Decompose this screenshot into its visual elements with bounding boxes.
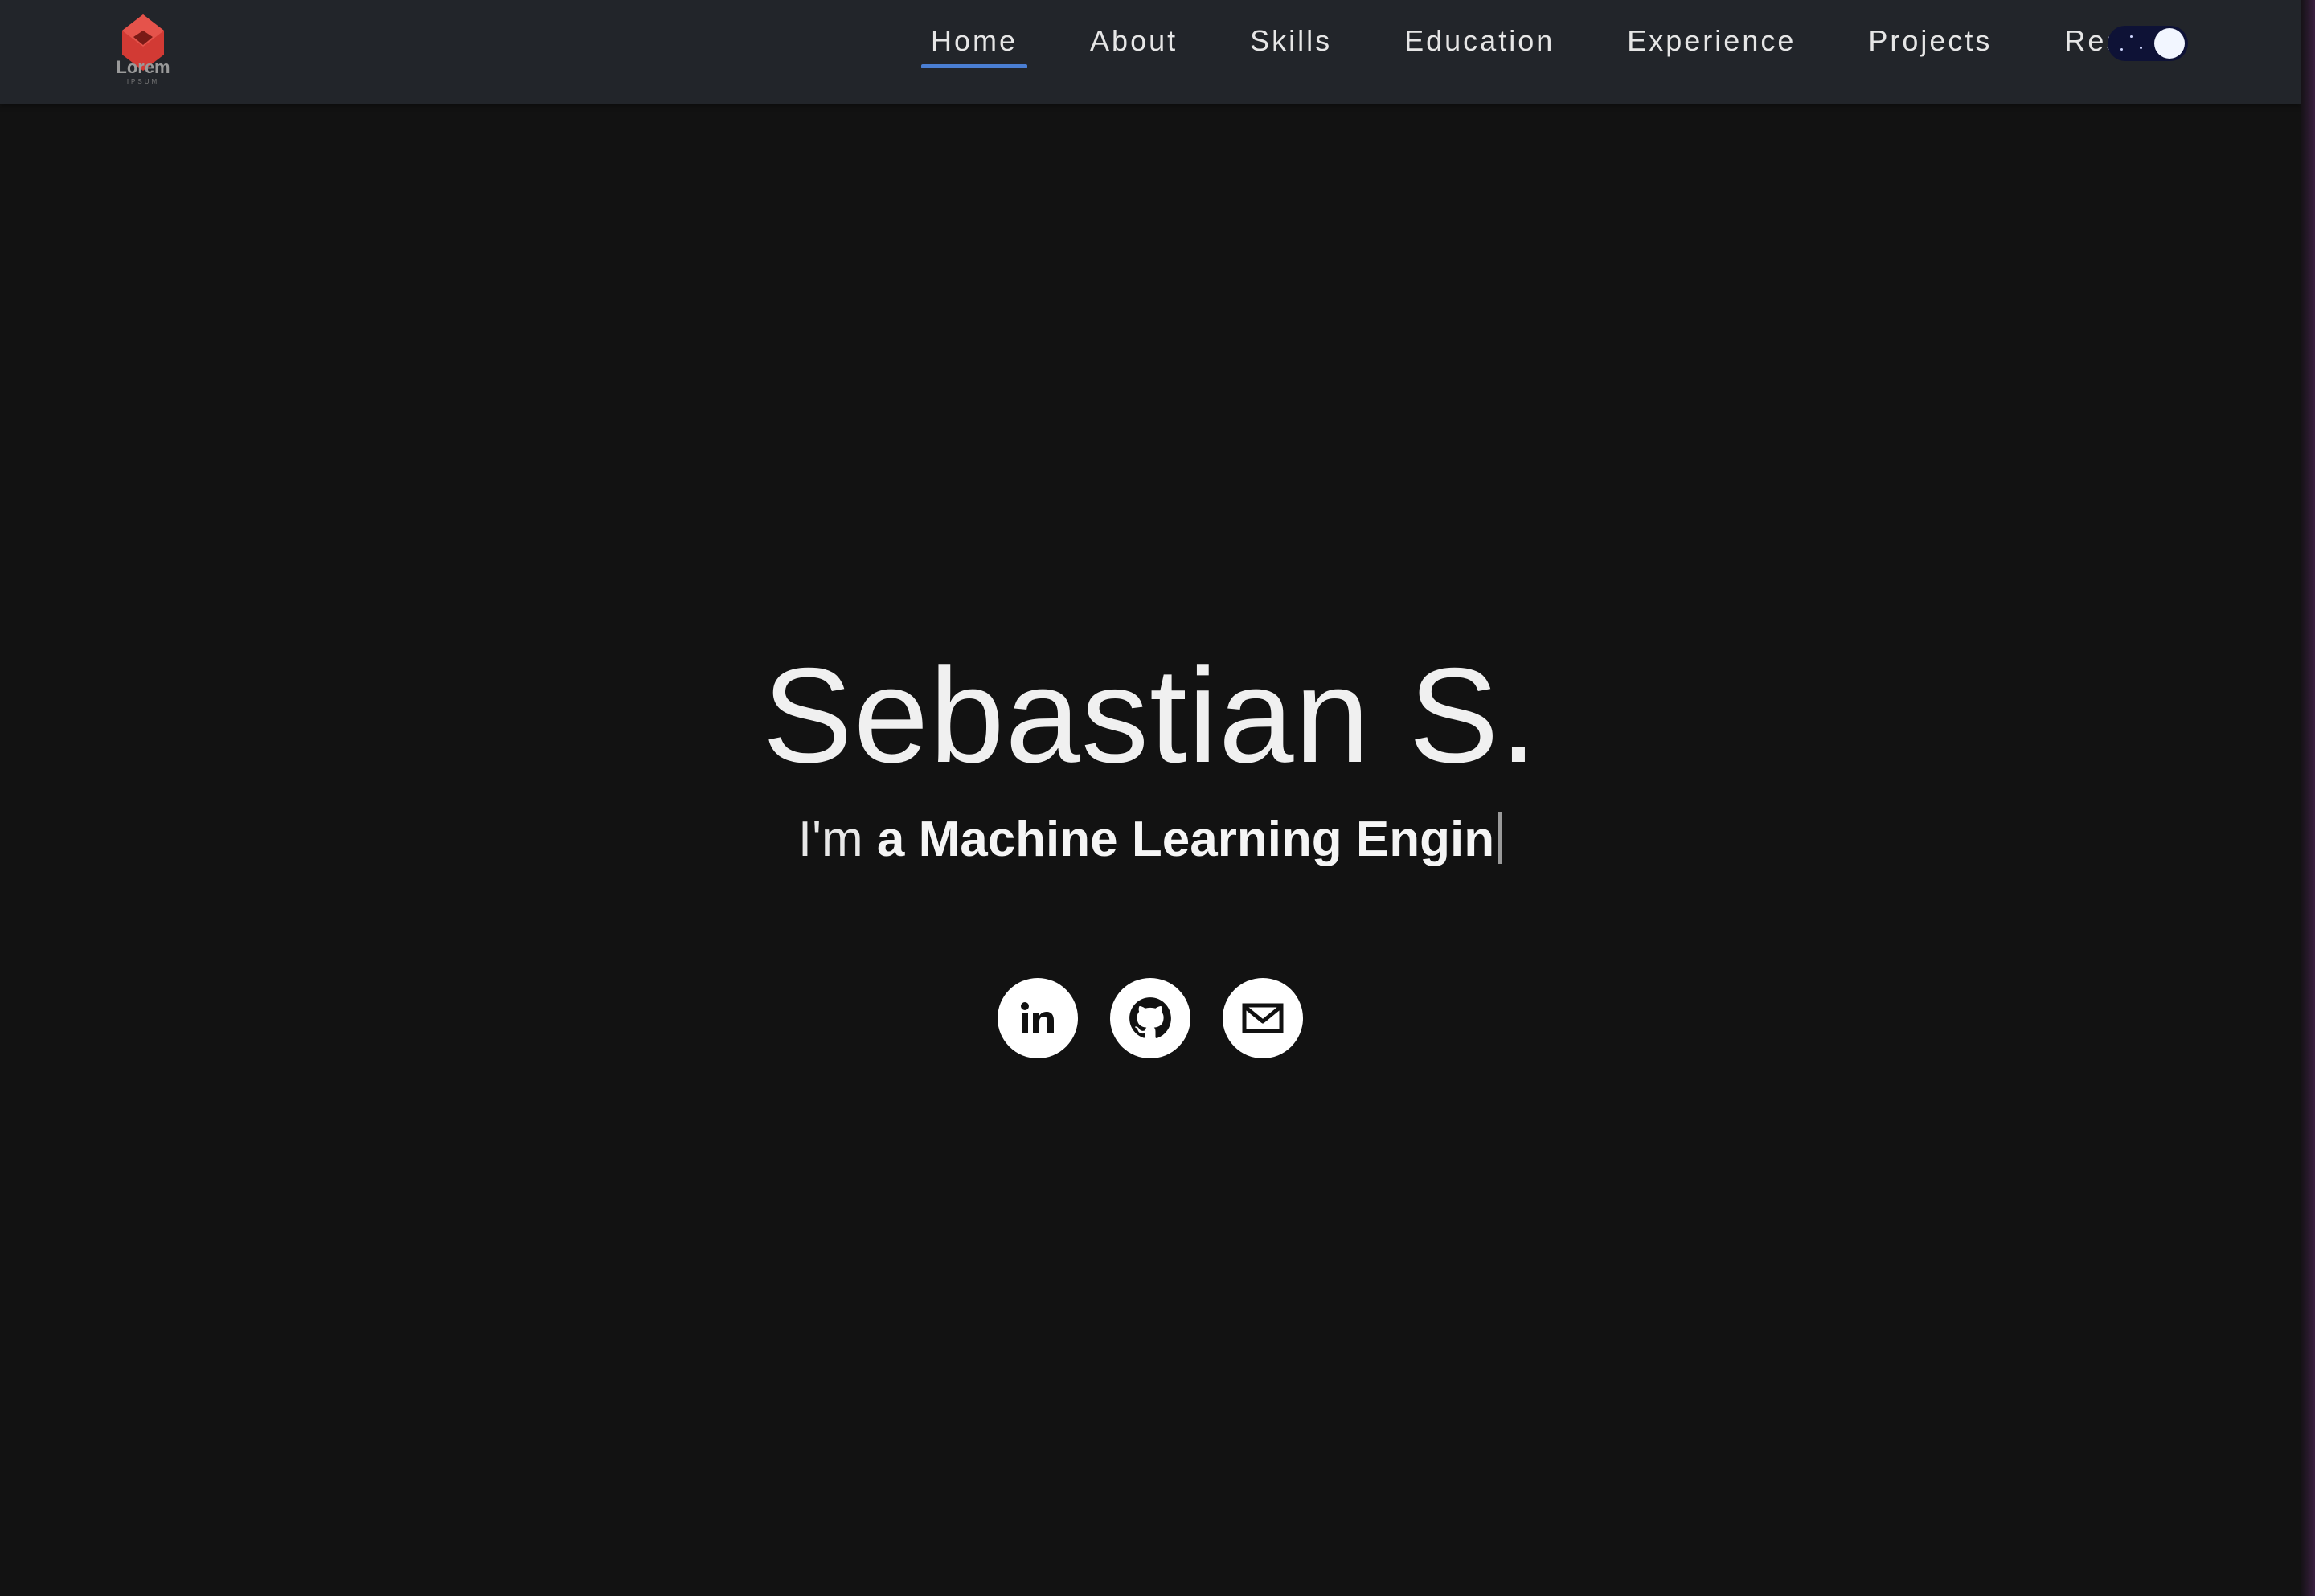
hero-name: Sebastian S.: [762, 640, 1539, 791]
github-button[interactable]: [1110, 978, 1190, 1058]
logo-subtext: IPSUM: [127, 78, 159, 85]
navbar: Lorem IPSUM Home About Skills Education …: [0, 0, 2301, 104]
logo-icon: Lorem IPSUM: [116, 14, 170, 85]
social-links: [0, 978, 2301, 1058]
subtitle-prefix: I'm: [797, 812, 863, 867]
github-icon: [1129, 997, 1171, 1038]
subtitle-role: a Machine Learning Engin: [876, 812, 1495, 867]
typing-cursor: [1498, 812, 1503, 864]
theme-toggle[interactable]: [2108, 26, 2188, 61]
nav-link-education[interactable]: Education: [1395, 0, 1564, 104]
star-icon: [2140, 47, 2142, 49]
nav-link-skills[interactable]: Skills: [1240, 0, 1342, 104]
logo-text: Lorem: [116, 57, 170, 77]
hero-subtitle: I'm a Machine Learning Engin: [0, 804, 2301, 876]
nav-link-home[interactable]: Home: [921, 0, 1028, 104]
email-button[interactable]: [1223, 978, 1303, 1058]
toggle-knob: [2154, 28, 2185, 59]
email-icon: [1242, 1003, 1284, 1033]
linkedin-icon: [1021, 1002, 1054, 1033]
scrollbar-edge: [2301, 0, 2315, 1596]
nav-link-about[interactable]: About: [1080, 0, 1187, 104]
nav-link-experience[interactable]: Experience: [1617, 0, 1805, 104]
linkedin-button[interactable]: [998, 978, 1078, 1058]
star-icon: [2130, 35, 2133, 38]
page: Lorem IPSUM Home About Skills Education …: [0, 0, 2315, 1596]
brand-logo[interactable]: Lorem IPSUM: [113, 13, 174, 85]
nav-links: Home About Skills Education Experience P…: [921, 0, 2196, 104]
nav-link-projects[interactable]: Projects: [1858, 0, 2002, 104]
star-icon: [2120, 48, 2123, 51]
